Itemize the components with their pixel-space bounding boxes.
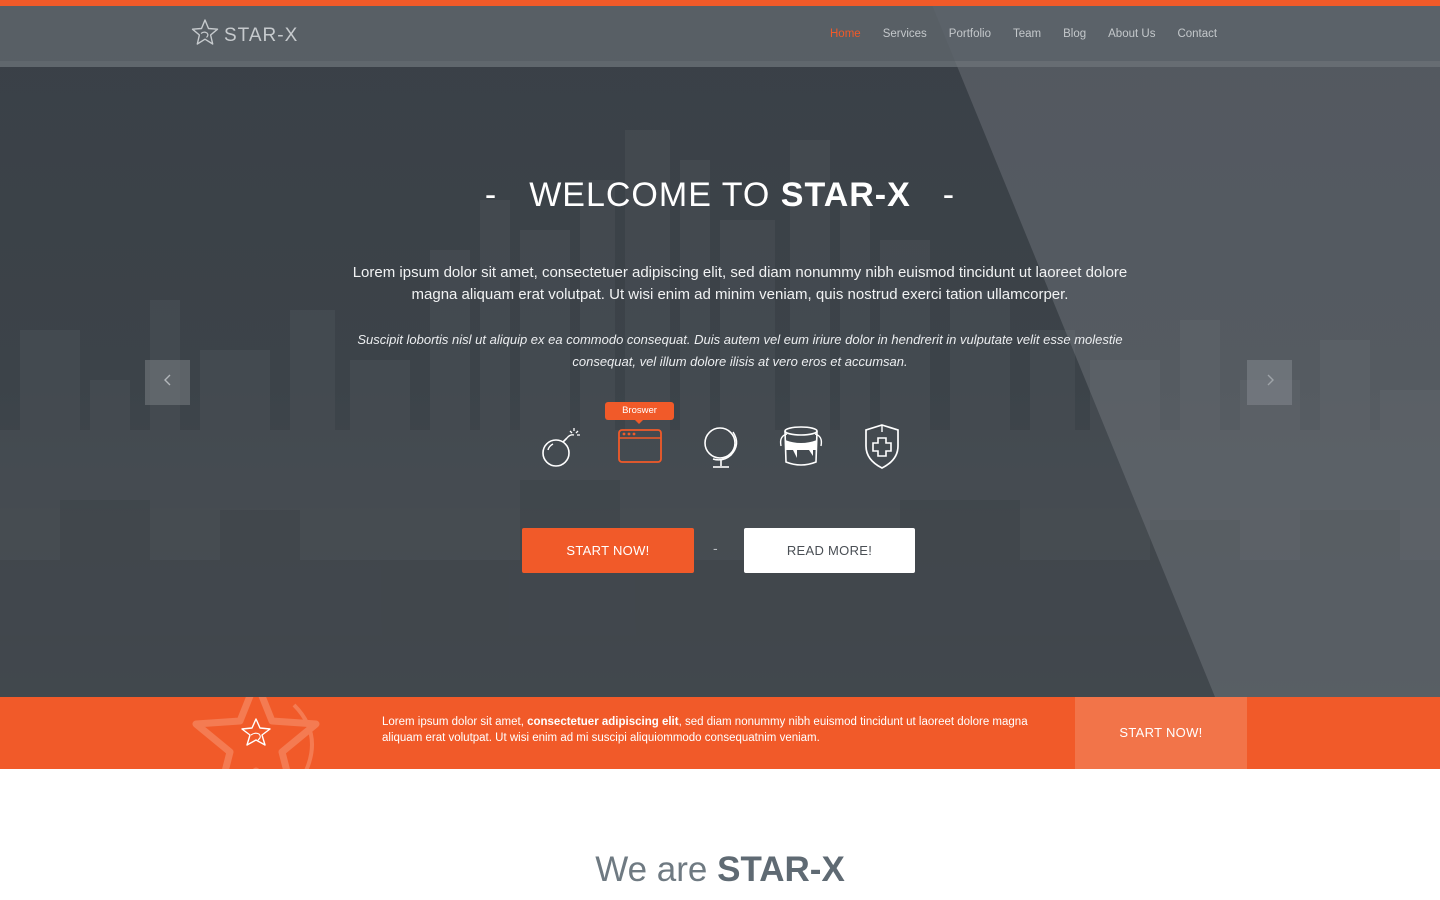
cta-text-bold: consectetuer adipiscing elit <box>527 716 679 728</box>
bomb-icon[interactable] <box>536 422 584 470</box>
icon-tooltip: Broswer <box>605 402 674 424</box>
chevron-right-icon <box>1264 373 1276 392</box>
shield-icon[interactable] <box>858 422 906 470</box>
nav-item-blog[interactable]: Blog <box>1052 28 1097 40</box>
hero-italic-text: Suscipit lobortis nisl ut aliquip ex ea … <box>357 332 1123 369</box>
about-heading-brand: STAR-X <box>717 850 845 889</box>
nav-item-about-us[interactable]: About Us <box>1097 28 1166 40</box>
button-separator: - <box>713 540 718 556</box>
nav-item-team[interactable]: Team <box>1002 28 1052 40</box>
title-dash-left: - <box>484 176 498 214</box>
logo[interactable]: STAR-X <box>190 18 298 53</box>
nav-item-portfolio[interactable]: Portfolio <box>938 28 1002 40</box>
nav-item-home[interactable]: Home <box>819 28 872 40</box>
logo-text: STAR-X <box>224 24 299 46</box>
cta-band-text: Lorem ipsum dolor sit amet, consectetuer… <box>382 714 1042 746</box>
star-logo-icon <box>190 18 220 53</box>
hero-content: - WELCOME TO STAR-X - Lorem ipsum dolor si… <box>0 0 1440 697</box>
globe-icon[interactable] <box>697 422 745 470</box>
main-nav: Home Services Portfolio Team Blog About … <box>819 6 1228 61</box>
cta-band: Lorem ipsum dolor sit amet, consectetuer… <box>0 697 1440 769</box>
cta-text-before: Lorem ipsum dolor sit amet, <box>382 716 528 728</box>
read-more-button[interactable]: READ MORE! <box>744 528 915 573</box>
slider-next-button[interactable] <box>1247 360 1292 405</box>
title-brand: STAR-X <box>780 176 911 214</box>
hero-section: STAR-X Home Services Portfolio Team Blog… <box>0 0 1440 697</box>
title-prefix: WELCOME TO <box>529 176 771 214</box>
browser-icon[interactable] <box>616 422 664 470</box>
hero-lead-text: Lorem ipsum dolor sit amet, consectetuer… <box>352 264 1128 303</box>
about-heading-prefix: We are <box>595 850 708 889</box>
nav-item-services[interactable]: Services <box>872 28 938 40</box>
slider-prev-button[interactable] <box>145 360 190 405</box>
about-heading: We are STAR-X <box>0 850 1440 890</box>
title-dash-right: - <box>942 176 956 214</box>
start-now-button[interactable]: START NOW! <box>522 528 694 573</box>
hero-title: - WELCOME TO STAR-X - <box>0 176 1440 215</box>
nav-item-contact[interactable]: Contact <box>1166 28 1228 40</box>
star-watermark-icon <box>184 697 334 769</box>
cta-start-now-button[interactable]: START NOW! <box>1075 697 1247 769</box>
navbar-underline <box>0 61 1440 67</box>
navbar: STAR-X Home Services Portfolio Team Blog… <box>0 6 1440 61</box>
paint-bucket-icon[interactable] <box>777 422 825 470</box>
chevron-left-icon <box>162 373 174 392</box>
